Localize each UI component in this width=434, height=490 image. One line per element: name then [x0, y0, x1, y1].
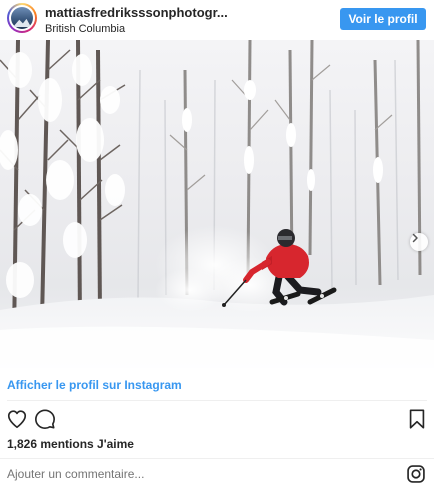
comment-button[interactable]: [34, 408, 56, 430]
avatar-image: [11, 7, 33, 29]
instagram-logo-link[interactable]: [406, 464, 426, 484]
likes-count[interactable]: 1,826 mentions J'aime: [7, 437, 134, 451]
chevron-right-icon: [412, 233, 418, 243]
skier-in-snowy-forest-photo: [0, 40, 434, 368]
location-link[interactable]: British Columbia: [45, 22, 228, 36]
next-image-button[interactable]: [410, 233, 428, 251]
bookmark-icon: [409, 409, 425, 429]
comment-icon: [35, 409, 55, 429]
instagram-logo-icon: [407, 465, 425, 483]
comment-row: [0, 459, 434, 490]
save-button[interactable]: [406, 408, 428, 430]
post-photo[interactable]: [0, 40, 434, 368]
post-header: mattiasfredriksssonphotogr... British Co…: [0, 0, 434, 38]
avatar-ring: [9, 5, 35, 31]
view-profile-on-instagram-link[interactable]: Afficher le profil sur Instagram: [7, 378, 182, 392]
heart-icon: [7, 410, 27, 429]
view-profile-button[interactable]: Voir le profil: [340, 8, 426, 30]
like-button[interactable]: [6, 408, 28, 430]
user-info: mattiasfredriksssonphotogr... British Co…: [45, 5, 228, 36]
username-link[interactable]: mattiasfredriksssonphotogr...: [45, 5, 228, 20]
divider: [7, 400, 427, 401]
comment-input[interactable]: [7, 467, 387, 481]
post-actions: [0, 408, 434, 432]
avatar[interactable]: [7, 3, 37, 33]
